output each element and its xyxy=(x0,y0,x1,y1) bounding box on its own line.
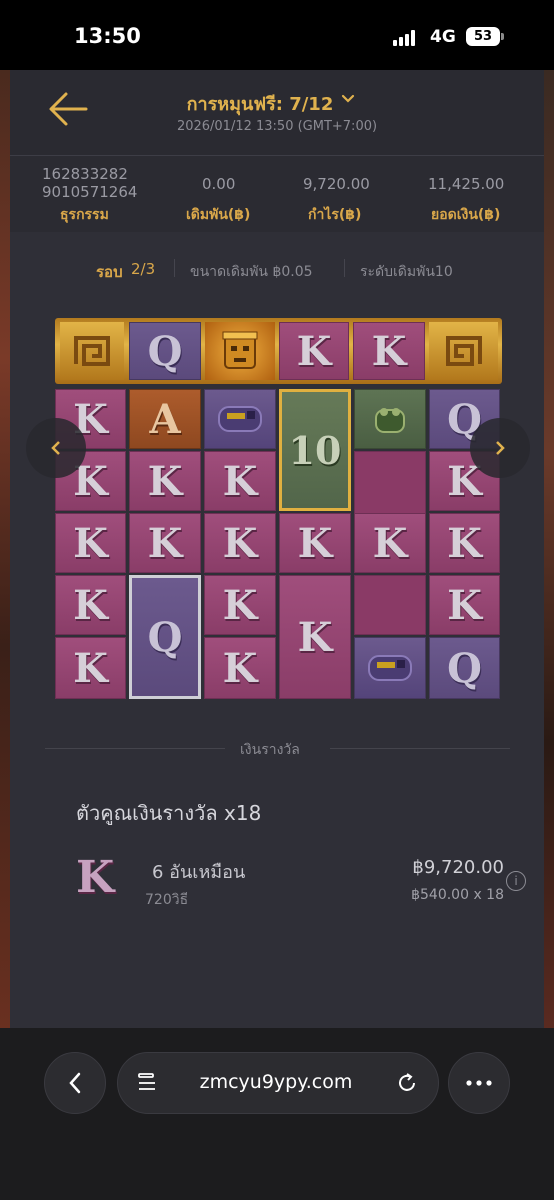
info-icon[interactable]: i xyxy=(506,871,526,891)
page-menu-icon[interactable] xyxy=(137,1071,159,1095)
symbol-10-large: 10 xyxy=(279,389,351,511)
back-arrow-icon[interactable] xyxy=(46,90,90,128)
separator xyxy=(174,259,175,277)
divider xyxy=(45,748,225,749)
background-strip-left xyxy=(0,70,10,1030)
background-strip-right xyxy=(544,70,554,1030)
separator xyxy=(344,259,345,277)
match-count: 6 อันเหมือน xyxy=(152,862,246,883)
stat-value-bet: 0.00 xyxy=(202,175,236,193)
symbol-k: K xyxy=(353,322,425,380)
bet-level: ระดับเดิมพัน10 xyxy=(360,264,453,280)
signal-icon xyxy=(393,30,419,46)
symbol-k: K xyxy=(279,322,349,380)
spin-datetime: 2026/01/12 13:50 (GMT+7:00) xyxy=(176,119,378,134)
more-dots-icon xyxy=(466,1080,492,1086)
bet-size: ขนาดเดิมพัน ฿0.05 xyxy=(190,264,313,280)
battery-tip xyxy=(501,33,504,40)
ways-count: 720วิธี xyxy=(145,892,189,908)
stat-label-bet: เดิมพัน(฿) xyxy=(186,207,251,223)
reload-icon[interactable] xyxy=(396,1072,418,1094)
symbol-k: K xyxy=(429,575,500,635)
chevron-left-icon xyxy=(69,1072,81,1094)
page-title[interactable]: การหมุนฟรี: 7/12 xyxy=(150,89,370,118)
empty-slot xyxy=(354,575,426,635)
symbol-k: K xyxy=(55,637,126,699)
stat-label-transaction: ธุรกรรม xyxy=(60,207,109,223)
frog-symbol xyxy=(354,389,426,449)
stat-value-balance: 11,425.00 xyxy=(428,175,505,193)
round-value: 2/3 xyxy=(131,260,156,278)
status-time: 13:50 xyxy=(74,24,141,48)
k-symbol-icon: K xyxy=(76,852,115,903)
symbol-k: K xyxy=(354,513,426,573)
symbol-k: K xyxy=(204,637,276,699)
symbol-k: K xyxy=(429,513,500,573)
prize-multiplier: ตัวคูณเงินรางวัล x18 xyxy=(76,801,262,825)
mask-symbol xyxy=(205,322,275,380)
symbol-q-large: Q xyxy=(129,575,201,699)
divider xyxy=(330,748,510,749)
round-label: รอบ xyxy=(96,263,123,281)
win-amount: ฿9,720.00 xyxy=(412,857,504,878)
chevron-right-icon xyxy=(496,441,505,455)
url-text[interactable]: zmcyu9ypy.com xyxy=(176,1071,376,1093)
win-calculation: ฿540.00 x 18 xyxy=(411,887,504,903)
more-options-button[interactable] xyxy=(448,1052,510,1114)
previous-round-button[interactable] xyxy=(26,418,86,478)
chevron-left-icon xyxy=(51,441,60,455)
stat-value-profit: 9,720.00 xyxy=(303,175,370,193)
symbol-k: K xyxy=(279,513,351,573)
symbol-k: K xyxy=(129,513,201,573)
symbol-k: K xyxy=(55,513,126,573)
battery-icon: 53 xyxy=(466,27,500,46)
chevron-down-icon[interactable] xyxy=(341,94,355,104)
network-type: 4G xyxy=(430,27,456,47)
symbol-k: K xyxy=(204,575,276,635)
symbol-k: K xyxy=(204,513,276,573)
next-round-button[interactable] xyxy=(470,418,530,478)
stat-label-profit: กำไร(฿) xyxy=(308,207,362,223)
symbol-k: K xyxy=(204,451,276,511)
symbol-q: Q xyxy=(429,637,500,699)
symbol-q: Q xyxy=(129,322,201,380)
transaction-id-line2: 9010571264 xyxy=(42,183,138,201)
symbol-a: A xyxy=(129,389,201,449)
stat-label-balance: ยอดเงิน(฿) xyxy=(431,207,501,223)
wild-spiral-symbol xyxy=(429,322,498,380)
symbol-k-large: K xyxy=(279,575,351,699)
jaguar-symbol xyxy=(204,389,276,449)
wild-spiral-symbol xyxy=(60,322,124,380)
jaguar-symbol xyxy=(354,637,426,699)
symbol-k: K xyxy=(55,575,126,635)
prize-section-title: เงินรางวัล xyxy=(240,742,300,758)
symbol-k: K xyxy=(129,451,201,511)
transaction-id-line1: 162833282 xyxy=(42,165,128,183)
browser-back-button[interactable] xyxy=(44,1052,106,1114)
